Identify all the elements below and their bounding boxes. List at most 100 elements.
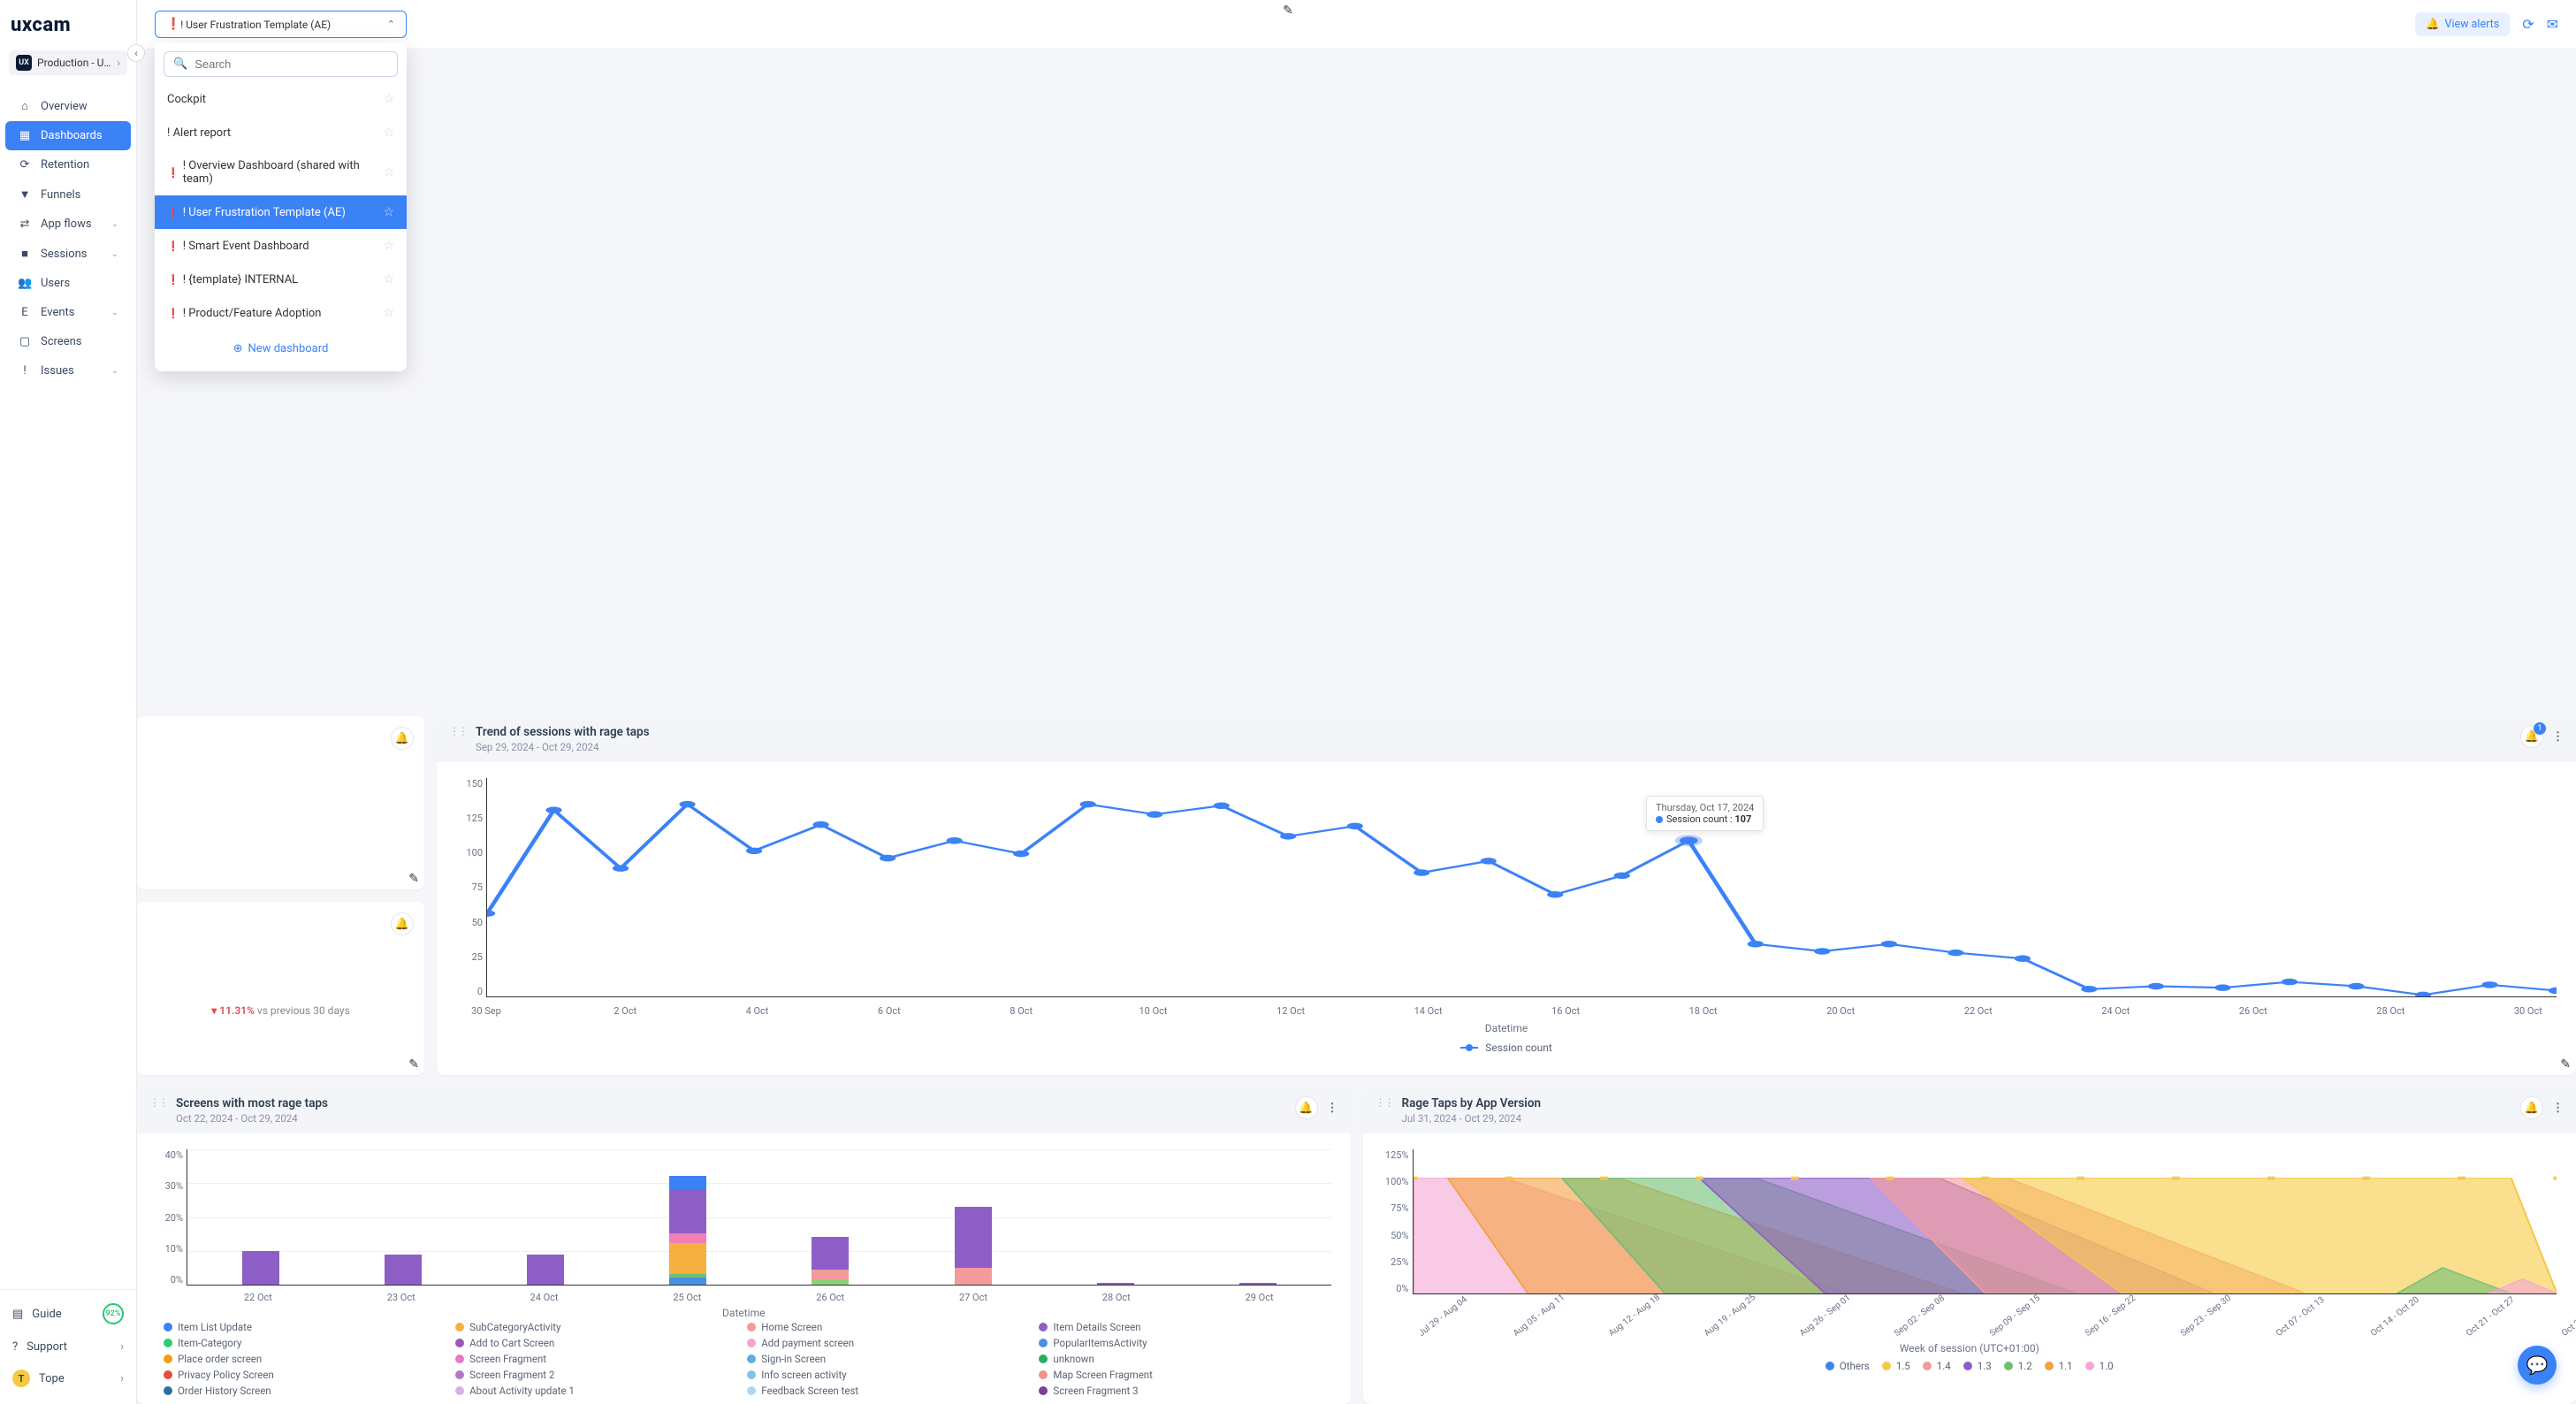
more-icon[interactable]: ⋮ (2552, 1102, 2564, 1115)
dropdown-item[interactable]: ❗! Smart Event Dashboard☆ (155, 229, 407, 263)
sidebar-item-users[interactable]: 👥Users (5, 269, 131, 298)
sidebar-support[interactable]: ? Support › (0, 1332, 136, 1362)
nav-label: Screens (41, 335, 81, 348)
legend-item[interactable]: 1.2 (2004, 1360, 2032, 1372)
search-input[interactable] (194, 57, 388, 71)
legend-item[interactable]: PopularItemsActivity (1039, 1337, 1323, 1349)
legend-item[interactable]: Feedback Screen test (747, 1385, 1032, 1397)
legend-item[interactable]: Order History Screen (164, 1385, 448, 1397)
card-bell-button[interactable]: 🔔 (2520, 1096, 2543, 1119)
edit-icon[interactable]: ✎ (408, 872, 419, 886)
edit-icon[interactable]: ✎ (2560, 1057, 2571, 1072)
dropdown-item[interactable]: ❗! User Frustration Template (AE)☆ (155, 195, 407, 229)
star-icon[interactable]: ☆ (383, 92, 394, 106)
sidebar-item-dashboards[interactable]: ▦Dashboards (5, 121, 131, 150)
card-bell-button[interactable]: 🔔1 (2520, 725, 2543, 748)
refresh-icon[interactable]: ⟳ (2522, 16, 2534, 33)
plus-icon: ⊕ (233, 342, 243, 355)
dropdown-item[interactable]: ❗! {template} INTERNAL☆ (155, 263, 407, 296)
more-icon[interactable]: ⋮ (2552, 730, 2564, 744)
legend-item[interactable]: SubCategoryActivity (455, 1321, 740, 1333)
brush-icon[interactable]: ✎ (1283, 4, 1293, 18)
sidebar-item-screens[interactable]: ▢ Screens (5, 327, 131, 356)
sidebar-item-overview[interactable]: ⌂Overview (5, 91, 131, 121)
x-axis-label: Week of session (UTC+01:00) (1900, 1342, 2039, 1354)
legend-item[interactable]: 1.0 (2085, 1360, 2114, 1372)
nav-icon: ▢ (18, 335, 32, 348)
x-axis-label: Datetime (1485, 1022, 1528, 1034)
sidebar-item-sessions[interactable]: ■Sessions⌄ (5, 239, 131, 269)
card-bell-button[interactable]: 🔔 (391, 727, 414, 750)
star-icon[interactable]: ☆ (383, 306, 394, 320)
dropdown-item[interactable]: ! Alert report ☆ (155, 116, 407, 149)
legend-item[interactable]: Sign-in Screen (747, 1353, 1032, 1365)
dropdown-item[interactable]: ❗! Product/Feature Adoption☆ (155, 296, 407, 330)
legend-item[interactable]: 1.3 (1963, 1360, 1992, 1372)
legend-item[interactable]: Add payment screen (747, 1337, 1032, 1349)
sidebar-user[interactable]: T Tope › (0, 1362, 136, 1395)
star-icon[interactable]: ☆ (383, 239, 394, 253)
question-icon: ? (12, 1340, 18, 1354)
legend-item[interactable]: 1.5 (1882, 1360, 1910, 1372)
star-icon[interactable]: ☆ (383, 126, 394, 140)
legend-item[interactable]: Screen Fragment (455, 1353, 740, 1365)
legend-item[interactable]: Place order screen (164, 1353, 448, 1365)
nav-icon: 👥 (18, 277, 32, 290)
legend-item[interactable]: Privacy Policy Screen (164, 1369, 448, 1381)
card-bell-button[interactable]: 🔔 (1295, 1096, 1318, 1119)
down-arrow-icon: ▾ (211, 1004, 219, 1017)
chevron-down-icon: ⌄ (111, 249, 118, 259)
sidebar-item-events[interactable]: EEvents⌄ (5, 298, 131, 327)
sidebar-item-funnels[interactable]: ▼Funnels (5, 179, 131, 210)
legend-item[interactable]: Info screen activity (747, 1369, 1032, 1381)
drag-handle-icon[interactable]: ⋮⋮ (1376, 1096, 1393, 1109)
sidebar-collapse-button[interactable]: ‹ (127, 44, 145, 62)
legend-item[interactable]: Screen Fragment 2 (455, 1369, 740, 1381)
legend-item[interactable]: Add to Cart Screen (455, 1337, 740, 1349)
sidebar-item-app-flows[interactable]: ⇄App flows⌄ (5, 210, 131, 239)
legend-item[interactable]: Home Screen (747, 1321, 1032, 1333)
sidebar-item-retention[interactable]: ⟳Retention (5, 150, 131, 179)
sidebar-item-issues[interactable]: !Issues⌄ (5, 356, 131, 385)
nav-icon: ▦ (18, 129, 32, 142)
legend-item[interactable]: Item-Category (164, 1337, 448, 1349)
star-icon[interactable]: ☆ (383, 272, 394, 286)
legend-item[interactable]: Screen Fragment 3 (1039, 1385, 1323, 1397)
dropdown-search[interactable]: 🔍 (164, 51, 398, 77)
dropdown-item[interactable]: ❗! Overview Dashboard (shared with team)… (155, 149, 407, 195)
nav-icon: E (18, 306, 32, 319)
view-alerts-button[interactable]: 🔔 View alerts (2415, 12, 2510, 36)
star-icon[interactable]: ☆ (383, 165, 394, 179)
chat-fab[interactable]: 💬 (2518, 1346, 2557, 1385)
more-icon[interactable]: ⋮ (1327, 1102, 1338, 1115)
legend-item[interactable]: Item Details Screen (1039, 1321, 1323, 1333)
legend-item[interactable]: 1.1 (2045, 1360, 2073, 1372)
alert-icon: ❗ (167, 274, 179, 286)
chevron-right-icon: › (117, 57, 120, 69)
legend-item[interactable]: About Activity update 1 (455, 1385, 740, 1397)
metric-card-2: 🔔 ▾ 11.31% vs previous 30 days ✎ (137, 902, 424, 1075)
guide-progress: 92% (103, 1303, 124, 1324)
dropdown-item-label: ! Alert report (167, 126, 231, 140)
legend-item[interactable]: Item List Update (164, 1321, 448, 1333)
drag-handle-icon[interactable]: ⋮⋮ (149, 1096, 167, 1109)
new-dashboard-button[interactable]: ⊕ New dashboard (164, 335, 398, 362)
dropdown-item-label: Cockpit (167, 93, 206, 106)
sidebar-guide[interactable]: ▤ Guide 92% (0, 1295, 136, 1332)
legend-item[interactable]: 1.4 (1923, 1360, 1951, 1372)
drag-handle-icon[interactable]: ⋮⋮ (449, 725, 467, 737)
project-selector[interactable]: UX Production - UX... › (9, 50, 127, 75)
legend-item[interactable]: unknown (1039, 1353, 1323, 1365)
mail-icon[interactable]: ✉ (2547, 16, 2558, 33)
chevron-down-icon: ⌄ (111, 219, 118, 229)
legend-item[interactable]: Map Screen Fragment (1039, 1369, 1323, 1381)
sidebar: uxcam ‹ UX Production - UX... › ⌂Overvie… (0, 0, 137, 1404)
edit-icon[interactable]: ✎ (408, 1057, 419, 1072)
chevron-up-icon: ⌃ (387, 19, 395, 30)
dropdown-item[interactable]: Cockpit ☆ (155, 82, 407, 116)
dashboard-selector[interactable]: ❗ ! User Frustration Template (AE) ⌃ (155, 11, 407, 38)
star-icon[interactable]: ☆ (383, 205, 394, 219)
legend-item[interactable]: Others (1825, 1360, 1870, 1372)
alert-icon: ❗ (167, 308, 179, 319)
card-bell-button[interactable]: 🔔 (391, 912, 414, 935)
